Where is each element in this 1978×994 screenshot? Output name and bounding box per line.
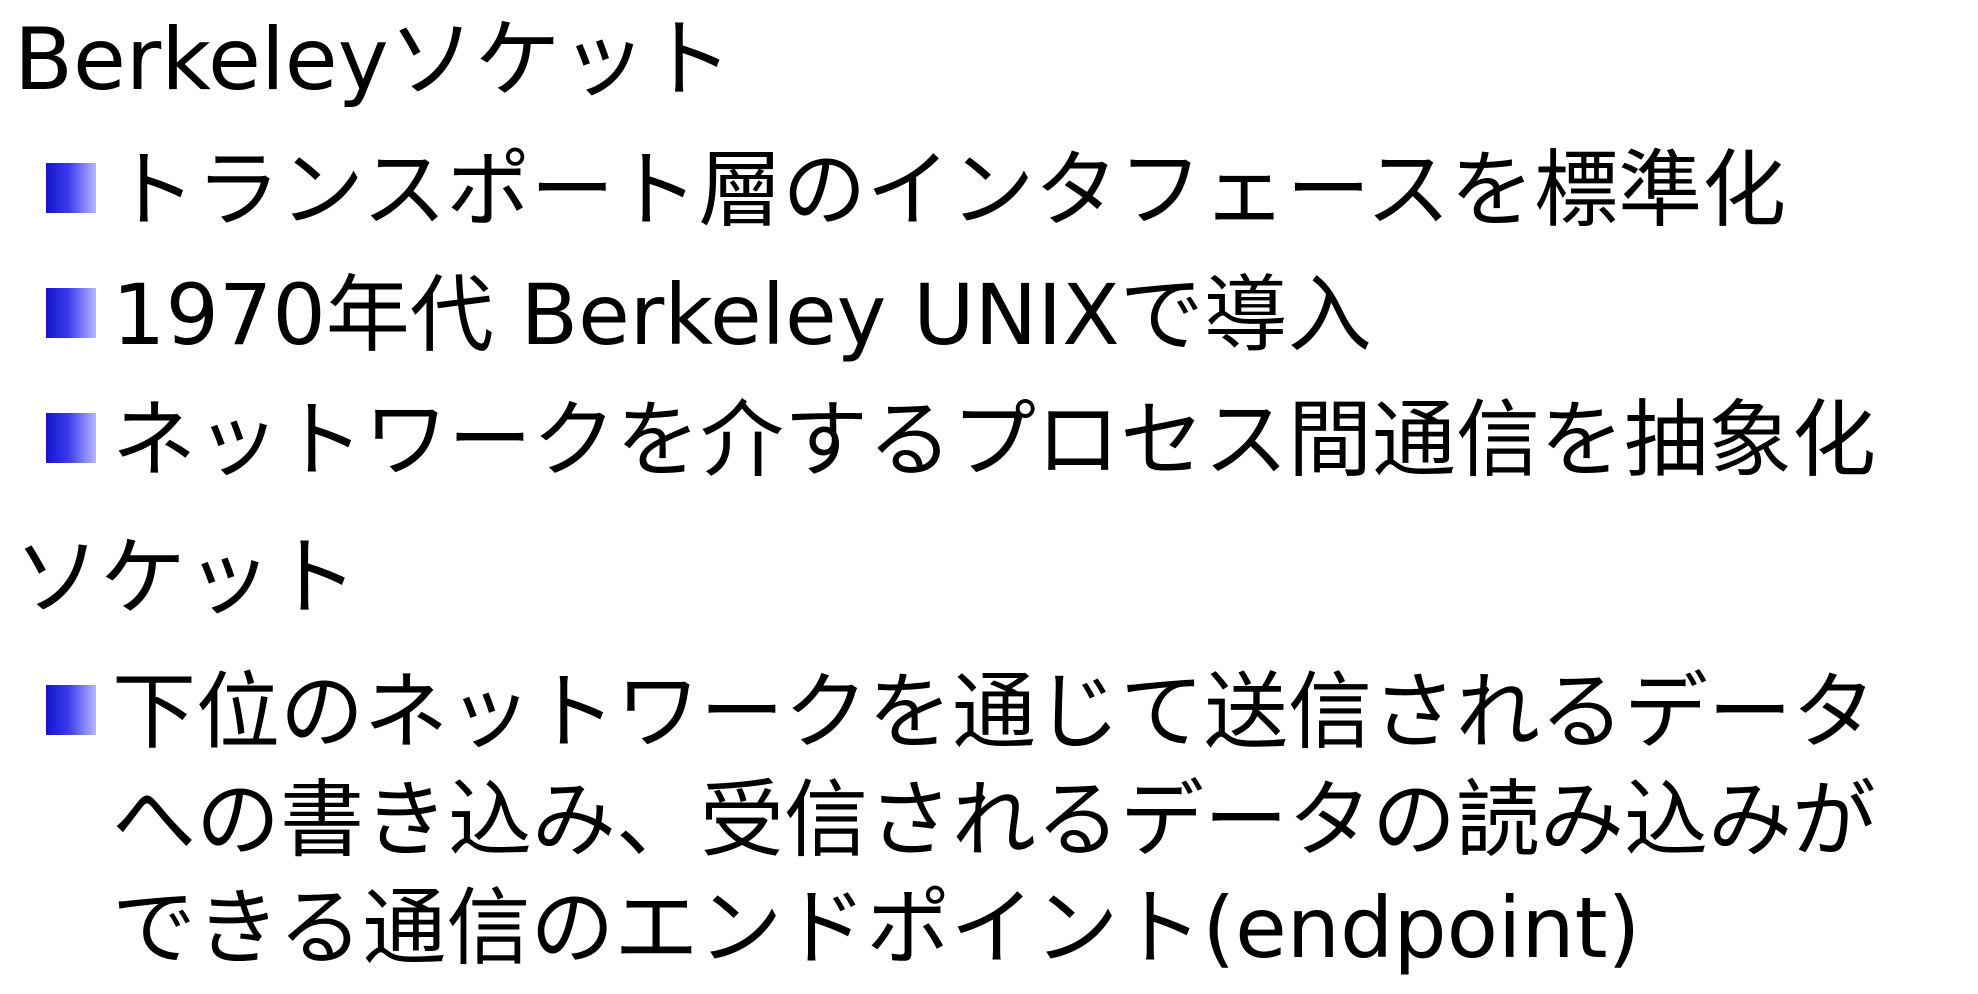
- bullet-text: 1970年代 Berkeley UNIXで導入: [112, 266, 1372, 364]
- bullet-text-line: 下位のネットワークを通じて送信されるデータ: [112, 663, 1877, 761]
- heading-berkeley-socket: Berkeleyソケット: [14, 10, 733, 110]
- square-bullet-icon: [46, 288, 96, 338]
- bullet-item-4: 下位のネットワークを通じて送信されるデータ への書き込み、受信されるデータの読み…: [46, 658, 1972, 982]
- square-bullet-icon: [46, 163, 96, 213]
- bullet-item-2: 1970年代 Berkeley UNIXで導入: [46, 261, 1372, 369]
- slide: Berkeleyソケット トランスポート層のインタフェースを標準化 1970年代…: [0, 0, 1978, 994]
- square-bullet-icon: [46, 685, 96, 735]
- bullet-item-1: トランスポート層のインタフェースを標準化: [46, 136, 1786, 244]
- heading-socket: ソケット: [14, 528, 358, 628]
- bullet-text: トランスポート層のインタフェースを標準化: [112, 141, 1787, 239]
- bullet-text-line: できる通信のエンドポイント(endpoint): [112, 879, 1641, 977]
- square-bullet-icon: [46, 413, 96, 463]
- bullet-text-multiline: 下位のネットワークを通じて送信されるデータ への書き込み、受信されるデータの読み…: [112, 658, 1972, 982]
- bullet-item-3: ネットワークを介するプロセス間通信を抽象化: [46, 386, 1876, 494]
- bullet-text-line: への書き込み、受信されるデータの読み込みが: [112, 771, 1877, 869]
- bullet-text: ネットワークを介するプロセス間通信を抽象化: [112, 391, 1877, 489]
